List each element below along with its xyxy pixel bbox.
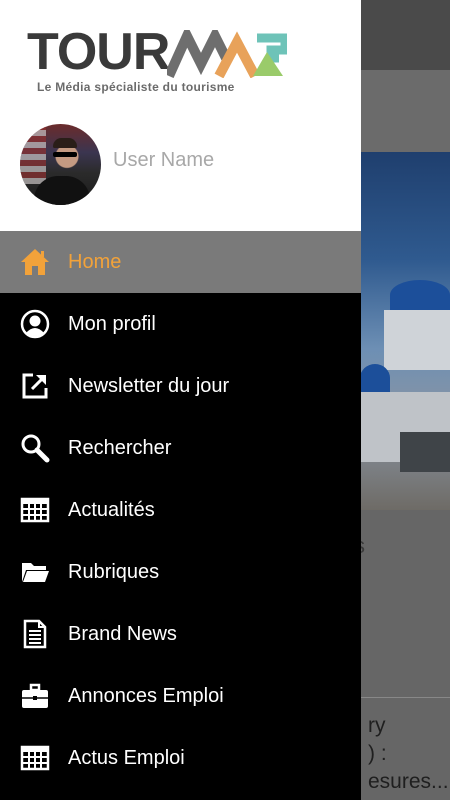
logo-wordmark-text: TOUR bbox=[27, 23, 170, 81]
menu-item-label: Rechercher bbox=[68, 436, 172, 459]
news-icon bbox=[20, 743, 50, 773]
menu-item-rubriques[interactable]: Rubriques bbox=[0, 541, 361, 603]
tourmag-logo[interactable]: TOUR Le Média spécialiste du tourisme bbox=[27, 23, 287, 102]
menu-item-newsletter[interactable]: Newsletter du jour bbox=[0, 355, 361, 417]
user-name[interactable]: User Name bbox=[113, 149, 214, 172]
menu-item-home[interactable]: Home bbox=[0, 231, 361, 293]
menu-item-label: Annonces Emploi bbox=[68, 684, 224, 707]
menu-item-label: Actus Emploi bbox=[68, 746, 185, 769]
document-icon bbox=[20, 619, 50, 649]
folder-icon bbox=[20, 557, 50, 587]
menu-item-label: Mon profil bbox=[68, 312, 156, 335]
background-headline-line: ry bbox=[368, 714, 386, 737]
menu-item-job-news[interactable]: Actus Emploi bbox=[0, 727, 361, 789]
briefcase-icon bbox=[20, 681, 50, 711]
menu-item-label: Actualités bbox=[68, 498, 155, 521]
background-toolbar bbox=[360, 0, 450, 70]
menu-item-label: Rubriques bbox=[68, 560, 160, 583]
background-divider bbox=[360, 697, 450, 698]
menu-item-news[interactable]: Actualités bbox=[0, 479, 361, 541]
external-link-icon bbox=[20, 371, 50, 401]
search-icon bbox=[20, 433, 50, 463]
background-headline-line: ) : bbox=[368, 742, 387, 765]
menu-item-job-ads[interactable]: Annonces Emploi bbox=[0, 665, 361, 727]
menu-item-label: Newsletter du jour bbox=[68, 374, 230, 397]
avatar[interactable] bbox=[20, 124, 101, 205]
menu-item-brand-news[interactable]: Brand News bbox=[0, 603, 361, 665]
background-headline-line: esures... bbox=[368, 770, 449, 793]
news-icon bbox=[20, 495, 50, 525]
menu-item-search[interactable]: Rechercher bbox=[0, 417, 361, 479]
menu-item-profile[interactable]: Mon profil bbox=[0, 293, 361, 355]
drawer-menu: Home Mon profil Newsletter du jour Reche… bbox=[0, 231, 361, 789]
menu-item-label: Brand News bbox=[68, 622, 177, 645]
drawer-header: TOUR Le Média spécialiste du tourisme Us… bbox=[0, 0, 361, 231]
logo-mag-mark bbox=[167, 30, 287, 78]
background-tab-strip bbox=[360, 70, 450, 153]
navigation-drawer: TOUR Le Média spécialiste du tourisme Us… bbox=[0, 0, 361, 800]
logo-tagline: Le Média spécialiste du tourisme bbox=[37, 80, 235, 94]
home-icon bbox=[20, 247, 50, 277]
background-article-image bbox=[360, 152, 450, 510]
menu-item-label: Home bbox=[68, 250, 122, 273]
profile-icon bbox=[20, 309, 50, 339]
